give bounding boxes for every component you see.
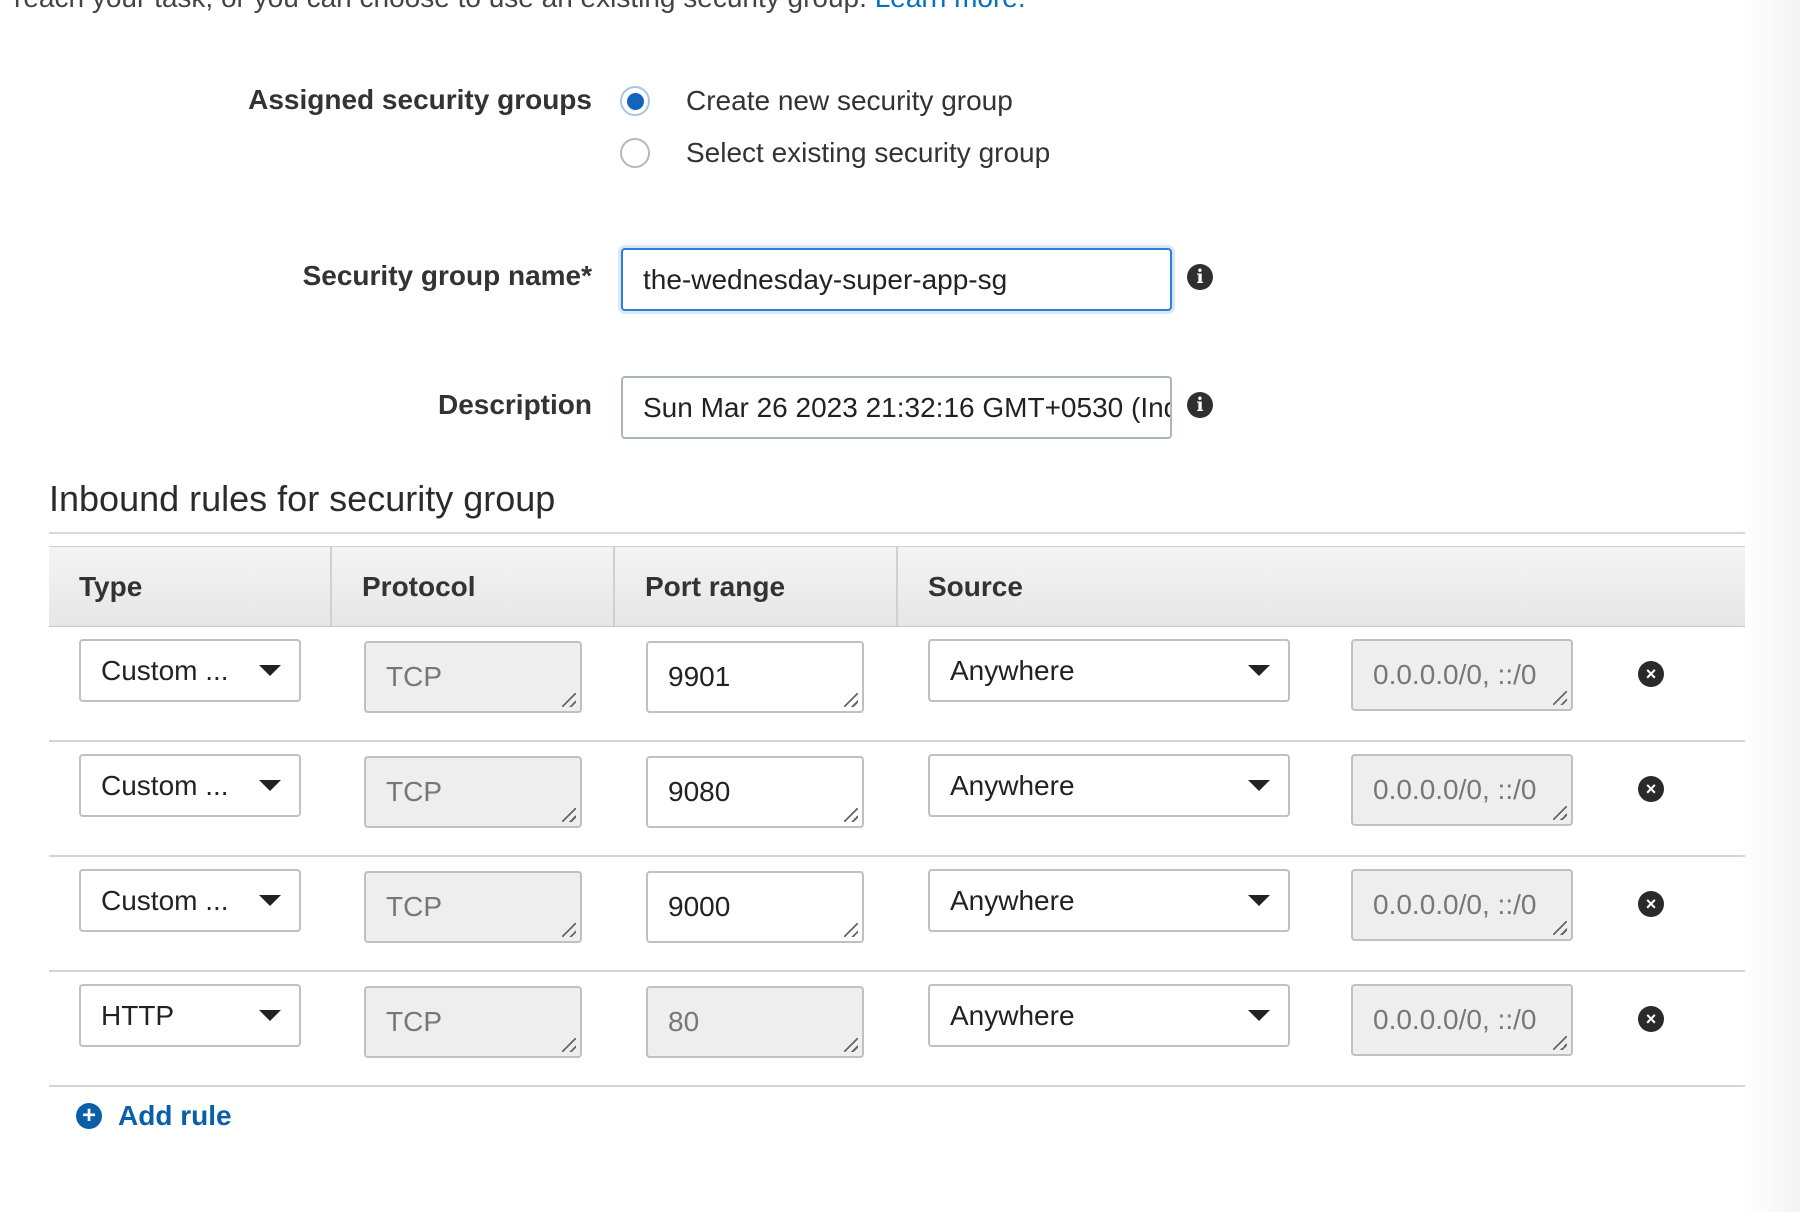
- column-header-type: Type: [49, 547, 332, 626]
- type-select[interactable]: Custom ...: [79, 869, 301, 932]
- source-select[interactable]: Anywhere: [928, 869, 1290, 932]
- protocol-field: TCP: [364, 641, 582, 713]
- source-select[interactable]: Anywhere: [928, 639, 1290, 702]
- type-select[interactable]: Custom ...: [79, 754, 301, 817]
- column-header-protocol: Protocol: [332, 547, 615, 626]
- resize-grip-icon: [562, 1038, 576, 1052]
- cidr-field: 0.0.0.0/0, ::/0: [1351, 754, 1573, 826]
- resize-grip-icon: [562, 693, 576, 707]
- protocol-value: TCP: [386, 776, 442, 807]
- protocol-value: TCP: [386, 891, 442, 922]
- source-select-value: Anywhere: [950, 769, 1075, 801]
- group-name-label: Security group name*: [302, 260, 592, 291]
- caret-down-icon: [1248, 1009, 1270, 1021]
- plus-circle-icon[interactable]: +: [76, 1103, 102, 1129]
- type-select[interactable]: HTTP: [79, 984, 301, 1047]
- cidr-value: 0.0.0.0/0, ::/0: [1373, 659, 1537, 690]
- inbound-rules-table-header: Type Protocol Port range Source: [49, 546, 1745, 627]
- radio-select-existing[interactable]: Select existing security group: [620, 137, 1050, 169]
- caret-down-icon: [1248, 779, 1270, 791]
- security-group-config-page: reach your task, or you can choose to us…: [0, 0, 1800, 1212]
- caret-down-icon: [1248, 894, 1270, 906]
- source-select[interactable]: Anywhere: [928, 984, 1290, 1047]
- table-row: Custom ... TCP 9080 Anywhere 0.0.0.0/0, …: [49, 742, 1745, 857]
- intro-text-body: reach your task, or you can choose to us…: [14, 0, 867, 13]
- section-divider: [49, 532, 1745, 534]
- type-select-value: HTTP: [101, 999, 175, 1031]
- source-select-value: Anywhere: [950, 654, 1075, 686]
- resize-grip-icon[interactable]: [844, 693, 858, 707]
- group-name-info-icon[interactable]: i: [1187, 264, 1213, 290]
- radio-create-new-label[interactable]: Create new security group: [686, 85, 1013, 117]
- table-row: HTTP TCP 80 Anywhere 0.0.0.0/0, ::/0 ×: [49, 972, 1745, 1087]
- description-info-icon[interactable]: i: [1187, 392, 1213, 418]
- cidr-value: 0.0.0.0/0, ::/0: [1373, 774, 1537, 805]
- caret-down-icon: [259, 664, 281, 676]
- table-row: Custom ... TCP 9000 Anywhere 0.0.0.0/0, …: [49, 857, 1745, 972]
- port-range-field: 80: [646, 986, 864, 1058]
- radio-create-new-button[interactable]: [620, 86, 650, 116]
- port-range-value: 80: [668, 1006, 700, 1037]
- resize-grip-icon[interactable]: [844, 923, 858, 937]
- port-range-input[interactable]: 9901: [646, 641, 864, 713]
- column-header-source: Source: [928, 570, 1023, 602]
- port-range-input[interactable]: 9000: [646, 871, 864, 943]
- port-range-value: 9080: [668, 776, 731, 807]
- protocol-field: TCP: [364, 871, 582, 943]
- radio-select-existing-label[interactable]: Select existing security group: [686, 137, 1050, 169]
- port-range-value: 9000: [668, 891, 731, 922]
- port-range-value: 9901: [668, 661, 731, 692]
- intro-text: reach your task, or you can choose to us…: [14, 0, 1026, 14]
- resize-grip-icon: [844, 1038, 858, 1052]
- protocol-value: TCP: [386, 661, 442, 692]
- remove-rule-icon[interactable]: ×: [1638, 1006, 1664, 1032]
- source-select-value: Anywhere: [950, 999, 1075, 1031]
- cidr-value: 0.0.0.0/0, ::/0: [1373, 889, 1537, 920]
- port-range-input[interactable]: 9080: [646, 756, 864, 828]
- remove-rule-icon[interactable]: ×: [1638, 776, 1664, 802]
- description-input[interactable]: Sun Mar 26 2023 21:32:16 GMT+0530 (India…: [621, 376, 1172, 439]
- resize-grip-icon: [1553, 921, 1567, 935]
- source-select-value: Anywhere: [950, 884, 1075, 916]
- resize-grip-icon: [1553, 1036, 1567, 1050]
- caret-down-icon: [259, 894, 281, 906]
- cidr-field: 0.0.0.0/0, ::/0: [1351, 869, 1573, 941]
- cidr-value: 0.0.0.0/0, ::/0: [1373, 1004, 1537, 1035]
- resize-grip-icon: [562, 808, 576, 822]
- type-select[interactable]: Custom ...: [79, 639, 301, 702]
- protocol-field: TCP: [364, 986, 582, 1058]
- resize-grip-icon: [1553, 691, 1567, 705]
- remove-rule-icon[interactable]: ×: [1638, 661, 1664, 687]
- type-select-value: Custom ...: [101, 884, 229, 916]
- description-label: Description: [437, 389, 592, 420]
- resize-grip-icon[interactable]: [844, 808, 858, 822]
- source-select[interactable]: Anywhere: [928, 754, 1290, 817]
- table-row: Custom ... TCP 9901 Anywhere 0.0.0.0/0, …: [49, 627, 1745, 742]
- cidr-field: 0.0.0.0/0, ::/0: [1351, 639, 1573, 711]
- type-select-value: Custom ...: [101, 654, 229, 686]
- protocol-value: TCP: [386, 1006, 442, 1037]
- radio-select-existing-button[interactable]: [620, 138, 650, 168]
- group-name-input[interactable]: the-wednesday-super-app-sg: [621, 248, 1172, 311]
- caret-down-icon: [1248, 664, 1270, 676]
- cidr-field: 0.0.0.0/0, ::/0: [1351, 984, 1573, 1056]
- add-rule-label[interactable]: Add rule: [118, 1100, 232, 1132]
- inbound-rules-title: Inbound rules for security group: [49, 478, 556, 519]
- add-rule-button[interactable]: + Add rule: [76, 1100, 232, 1132]
- caret-down-icon: [259, 779, 281, 791]
- column-header-port-range: Port range: [615, 547, 898, 626]
- assigned-groups-label: Assigned security groups: [248, 84, 592, 115]
- resize-grip-icon: [562, 923, 576, 937]
- radio-create-new[interactable]: Create new security group: [620, 85, 1013, 117]
- remove-rule-icon[interactable]: ×: [1638, 891, 1664, 917]
- protocol-field: TCP: [364, 756, 582, 828]
- right-edge-shade: [1740, 0, 1800, 1212]
- resize-grip-icon: [1553, 806, 1567, 820]
- learn-more-link[interactable]: Learn more.: [875, 0, 1026, 13]
- caret-down-icon: [259, 1009, 281, 1021]
- type-select-value: Custom ...: [101, 769, 229, 801]
